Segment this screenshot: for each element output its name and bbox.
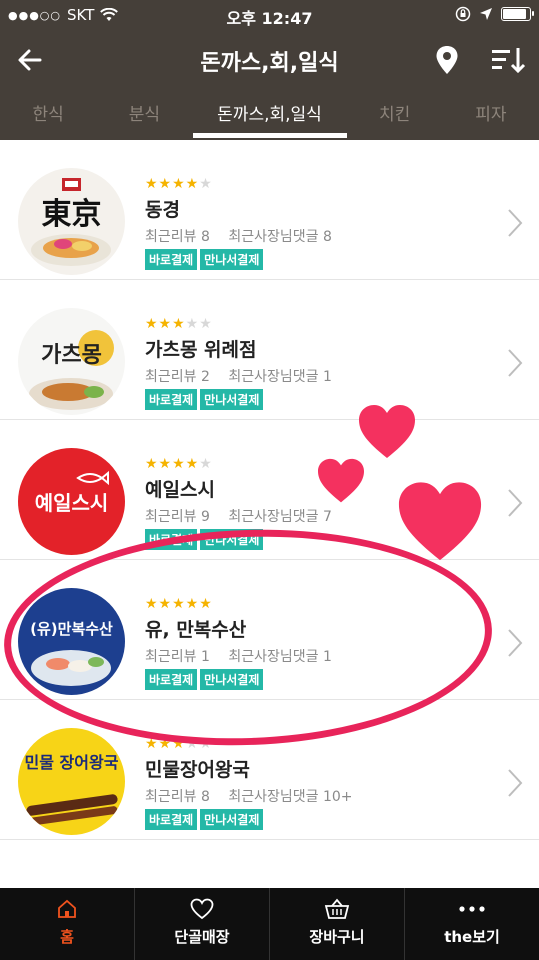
recent-reviews: 최근리뷰 8 [145, 789, 210, 805]
recent-reviews: 최근리뷰 8 [145, 229, 210, 245]
restaurant-item[interactable]: 민물 장어왕국 ★★★★★ 민물장어왕국 최근리뷰 8 최근사장님댓글 10+ … [0, 700, 539, 840]
direct-pay-badge: 바로결제 [145, 669, 198, 690]
nav-favorites-label: 단골매장 [174, 928, 230, 946]
restaurant-name: 가츠몽 위례점 [145, 339, 257, 361]
restaurant-name: 동경 [145, 199, 180, 221]
tab-korean[interactable]: 한식 [0, 90, 96, 140]
tab-cutlet-sashimi-japanese[interactable]: 돈까스,회,일식 [192, 90, 347, 140]
rating-stars: ★★★★★ [145, 596, 213, 612]
recent-reviews: 최근리뷰 2 [145, 369, 210, 385]
restaurant-list: 東京 ★★★★★ 동경 최근리뷰 8 최근사장님댓글 8 바로결제 만나서결제 [0, 140, 539, 840]
battery-icon [501, 7, 534, 21]
rating-stars: ★★★★★ [145, 176, 213, 192]
payment-badges: 바로결제 만나서결제 [145, 249, 264, 270]
payment-badges: 바로결제 만나서결제 [145, 529, 264, 550]
restaurant-item[interactable]: 東京 ★★★★★ 동경 최근리뷰 8 최근사장님댓글 8 바로결제 만나서결제 [0, 140, 539, 280]
category-tabs: 한식 분식 돈까스,회,일식 치킨 피자 [0, 90, 539, 140]
rating-stars: ★★★★★ [145, 456, 213, 472]
review-meta: 최근리뷰 1 최근사장님댓글 1 [145, 646, 332, 666]
restaurant-name: 민물장어왕국 [145, 759, 250, 781]
pay-on-meet-badge: 만나서결제 [200, 669, 264, 690]
more-icon [459, 906, 485, 912]
nav-cart[interactable]: 장바구니 [269, 888, 404, 960]
restaurant-name: 유, 만복수산 [145, 619, 247, 641]
logo-text: 東京 [42, 197, 102, 232]
battery-level [503, 9, 526, 19]
chevron-right-icon [508, 489, 523, 517]
recent-reviews: 최근리뷰 9 [145, 509, 210, 525]
restaurant-item[interactable]: (유)만복수산 ★★★★★ 유, 만복수산 최근리뷰 1 최근사장님댓글 1 바… [0, 560, 539, 700]
app-header: 돈까스,회,일식 [0, 30, 539, 90]
basket-icon [324, 898, 350, 919]
nav-home[interactable]: 홈 [0, 888, 134, 960]
rotation-lock-icon [455, 6, 471, 22]
owner-replies: 최근사장님댓글 8 [228, 229, 332, 245]
restaurant-name: 예일스시 [145, 479, 215, 501]
restaurant-logo: 東京 [18, 168, 125, 275]
status-right [455, 6, 534, 22]
logo-text: (유)만복수산 [30, 620, 113, 638]
direct-pay-badge: 바로결제 [145, 249, 198, 270]
nav-more-label: the보기 [444, 928, 500, 946]
bottom-nav: 홈 단골매장 장바구니 the보기 [0, 888, 539, 960]
chevron-right-icon [508, 209, 523, 237]
recent-reviews: 최근리뷰 1 [145, 649, 210, 665]
pay-on-meet-badge: 만나서결제 [200, 809, 264, 830]
direct-pay-badge: 바로결제 [145, 529, 198, 550]
owner-replies: 최근사장님댓글 1 [228, 369, 332, 385]
owner-replies: 최근사장님댓글 7 [228, 509, 332, 525]
restaurant-logo: 예일스시 [18, 448, 125, 555]
status-bar: ●●●○○ SKT 오후 12:47 [0, 0, 539, 30]
home-icon [58, 899, 76, 918]
tab-chicken[interactable]: 치킨 [347, 90, 443, 140]
nav-home-label: 홈 [60, 928, 74, 946]
chevron-right-icon [508, 629, 523, 657]
tab-pizza[interactable]: 피자 [443, 90, 539, 140]
payment-badges: 바로결제 만나서결제 [145, 389, 264, 410]
owner-replies: 최근사장님댓글 10+ [228, 789, 353, 805]
restaurant-logo: 민물 장어왕국 [18, 728, 125, 835]
logo-text: 가츠몽 [41, 343, 102, 368]
minmul-jangeo-logo-image: 민물 장어왕국 [18, 728, 125, 835]
sort-icon[interactable] [490, 44, 526, 76]
pay-on-meet-badge: 만나서결제 [200, 249, 264, 270]
nav-more[interactable]: the보기 [404, 888, 539, 960]
restaurant-item[interactable]: 가츠몽 ★★★★★ 가츠몽 위례점 최근리뷰 2 최근사장님댓글 1 바로결제 … [0, 280, 539, 420]
review-meta: 최근리뷰 2 최근사장님댓글 1 [145, 366, 332, 386]
direct-pay-badge: 바로결제 [145, 809, 198, 830]
dongkyung-logo-image: 東京 [18, 168, 125, 275]
heart-icon [190, 898, 214, 920]
payment-badges: 바로결제 만나서결제 [145, 669, 264, 690]
manbok-susan-logo-image: (유)만복수산 [18, 588, 125, 695]
direct-pay-badge: 바로결제 [145, 389, 198, 410]
nav-favorites[interactable]: 단골매장 [134, 888, 269, 960]
restaurant-logo: 가츠몽 [18, 308, 125, 415]
payment-badges: 바로결제 만나서결제 [145, 809, 264, 830]
pay-on-meet-badge: 만나서결제 [200, 389, 264, 410]
rating-stars: ★★★★★ [145, 736, 213, 752]
yeil-sushi-logo-image: 예일스시 [18, 448, 125, 555]
katsumong-logo-image: 가츠몽 [18, 308, 125, 415]
owner-replies: 최근사장님댓글 1 [228, 649, 332, 665]
restaurant-item[interactable]: 예일스시 ★★★★★ 예일스시 최근리뷰 9 최근사장님댓글 7 바로결제 만나… [0, 420, 539, 560]
review-meta: 최근리뷰 8 최근사장님댓글 8 [145, 226, 332, 246]
location-pin-icon[interactable] [432, 44, 462, 76]
tab-snack[interactable]: 분식 [96, 90, 192, 140]
review-meta: 최근리뷰 9 최근사장님댓글 7 [145, 506, 332, 526]
nav-cart-label: 장바구니 [309, 928, 365, 946]
chevron-right-icon [508, 349, 523, 377]
review-meta: 최근리뷰 8 최근사장님댓글 10+ [145, 786, 353, 806]
chevron-right-icon [508, 769, 523, 797]
location-arrow-icon [480, 8, 492, 20]
logo-text: 예일스시 [35, 491, 109, 515]
pay-on-meet-badge: 만나서결제 [200, 529, 264, 550]
rating-stars: ★★★★★ [145, 316, 213, 332]
logo-text: 민물 장어왕국 [25, 753, 119, 772]
restaurant-logo: (유)만복수산 [18, 588, 125, 695]
